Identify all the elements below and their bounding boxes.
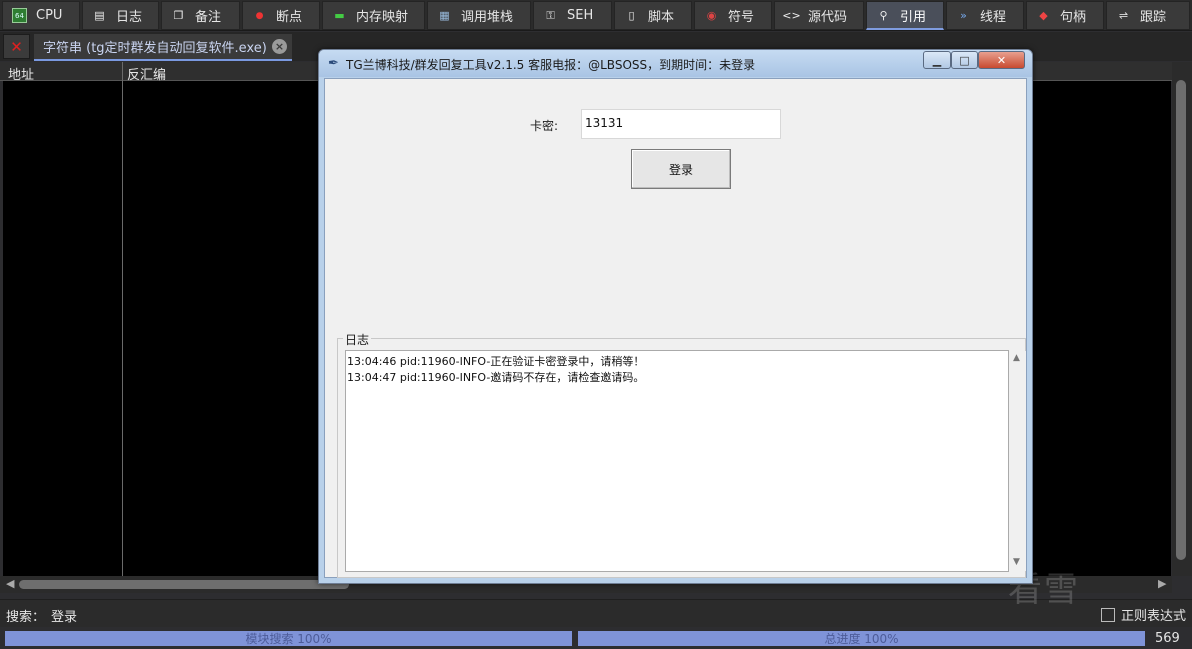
dialog-title-bar[interactable]: ✒ TG兰博科技/群发回复工具v2.1.5 客服电报：@LBSOSS，到期时间：… [319, 50, 1032, 77]
notes-icon: ❐ [173, 9, 184, 22]
references-icon: ⚲ [879, 8, 888, 22]
close-tab-icon[interactable]: × [272, 39, 287, 54]
log-scrollbar[interactable]: ▲ ▼ [1010, 351, 1026, 571]
search-input[interactable]: 登录 [51, 606, 77, 625]
maximize-icon: □ [959, 53, 970, 67]
tab-label: 引用 [900, 9, 927, 25]
log-textarea[interactable]: 13:04:46 pid:11960-INFO-正在验证卡密登录中，请稍等！ 1… [345, 350, 1026, 572]
regex-option[interactable]: 正则表达式 [1100, 605, 1186, 624]
minimize-icon: ▁ [932, 53, 942, 67]
regex-label: 正则表达式 [1120, 609, 1186, 624]
login-button[interactable]: 登录 [631, 149, 731, 189]
tab-cpu[interactable]: 64 CPU [2, 1, 80, 30]
symbol-icon: ◉ [706, 9, 717, 22]
scroll-right-icon[interactable]: ▶ [1158, 577, 1166, 590]
main-toolbar: 64 CPU ▤ 日志 ❐ 备注 ● 断点 ▬ 内存映射 ▦ 调用堆栈 ⚿ SE… [0, 0, 1192, 31]
search-label: 搜索： [6, 610, 46, 625]
close-icon: ✕ [10, 37, 23, 56]
regex-checkbox[interactable] [1100, 607, 1115, 622]
tab-notes[interactable]: ❐ 备注 [161, 1, 240, 30]
log-group-title: 日志 [343, 331, 372, 348]
tab-log[interactable]: ▤ 日志 [82, 1, 159, 30]
tab-label: 源代码 [808, 10, 848, 25]
tab-label: 字符串 (tg定时群发自动回复软件.exe) [43, 41, 267, 56]
tab-label: 内存映射 [356, 10, 409, 25]
tab-handles[interactable]: ◆ 句柄 [1026, 1, 1104, 30]
tab-memory-map[interactable]: ▬ 内存映射 [322, 1, 425, 30]
close-button[interactable]: ✕ [978, 51, 1025, 69]
maximize-button[interactable]: □ [951, 51, 978, 69]
seh-icon: ⚿ [546, 8, 555, 22]
cpu-icon: 64 [12, 8, 27, 23]
minimize-button[interactable]: ▁ [923, 51, 951, 69]
tab-label: CPU [36, 8, 63, 23]
card-key-label: 卡密: [530, 119, 559, 133]
card-key-input[interactable]: 13131 [581, 109, 781, 139]
tab-script[interactable]: ▯ 脚本 [614, 1, 692, 30]
column-divider[interactable] [122, 62, 123, 576]
log-line: 13:04:46 pid:11960-INFO-正在验证卡密登录中，请稍等！ [347, 355, 645, 368]
tab-label: 线程 [980, 10, 1007, 25]
result-count: 569 [1155, 631, 1180, 646]
login-dialog: ✒ TG兰博科技/群发回复工具v2.1.5 客服电报：@LBSOSS，到期时间：… [318, 49, 1033, 584]
handles-icon: ◆ [1039, 9, 1048, 22]
tab-references[interactable]: ⚲ 引用 [866, 1, 944, 30]
vertical-scrollbar[interactable] [1172, 62, 1192, 576]
feather-icon: ✒ [328, 56, 339, 71]
tab-label: 句柄 [1060, 10, 1087, 25]
module-search-progress: 模块搜索 100% [5, 631, 572, 646]
tab-label: 跟踪 [1140, 10, 1167, 25]
tab-label: 调用堆栈 [461, 10, 514, 25]
tab-trace[interactable]: ⇌ 跟踪 [1106, 1, 1190, 30]
total-progress: 总进度 100% [578, 631, 1145, 646]
tab-label: 日志 [116, 10, 143, 25]
scroll-up-icon[interactable]: ▲ [1013, 353, 1020, 363]
trace-icon: ⇌ [1118, 9, 1129, 22]
tab-label: 符号 [728, 10, 755, 25]
script-icon: ▯ [628, 9, 635, 22]
tab-threads[interactable]: » 线程 [946, 1, 1024, 30]
tab-call-stack[interactable]: ▦ 调用堆栈 [427, 1, 531, 30]
tab-breakpoints[interactable]: ● 断点 [242, 1, 320, 30]
tab-label: 备注 [195, 10, 222, 25]
log-line: 13:04:47 pid:11960-INFO-邀请码不存在，请检查邀请码。 [347, 371, 645, 384]
close-icon: ✕ [996, 53, 1007, 67]
vertical-scroll-thumb[interactable] [1176, 80, 1186, 560]
close-all-tabs-button[interactable]: ✕ [3, 34, 30, 59]
tab-source[interactable]: <> 源代码 [774, 1, 864, 30]
dialog-client-area: 卡密: 13131 登录 日志 13:04:46 pid:11960-INFO-… [324, 78, 1027, 578]
tab-strings[interactable]: 字符串 (tg定时群发自动回复软件.exe) × [34, 34, 292, 61]
tab-label: SEH [567, 8, 594, 23]
tab-symbols[interactable]: ◉ 符号 [694, 1, 772, 30]
horizontal-scroll-thumb[interactable] [19, 580, 349, 589]
scroll-down-icon[interactable]: ▼ [1013, 557, 1020, 567]
source-icon: <> [782, 9, 801, 22]
memory-map-icon: ▬ [334, 9, 345, 22]
call-stack-icon: ▦ [439, 9, 450, 22]
threads-icon: » [960, 9, 967, 22]
log-icon: ▤ [94, 9, 105, 22]
dialog-title: TG兰博科技/群发回复工具v2.1.5 客服电报：@LBSOSS，到期时间：未登… [346, 58, 756, 72]
breakpoint-icon: ● [255, 10, 264, 21]
tab-seh[interactable]: ⚿ SEH [533, 1, 612, 30]
scroll-left-icon[interactable]: ◀ [6, 577, 14, 590]
tab-label: 脚本 [648, 10, 675, 25]
tab-label: 断点 [276, 10, 303, 25]
